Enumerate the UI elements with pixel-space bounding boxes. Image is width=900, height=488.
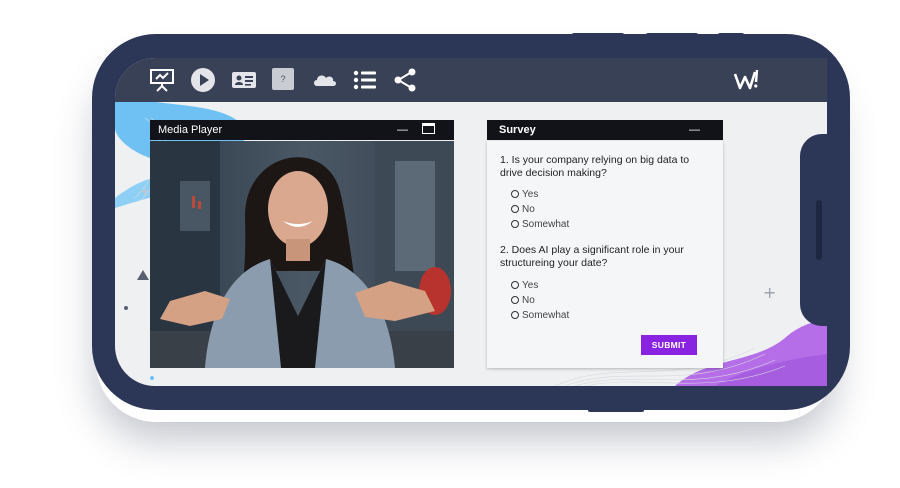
radio-button[interactable] [511,296,519,304]
option-somewhat[interactable]: Somewhat [511,309,569,322]
contact-card-icon[interactable] [230,66,258,94]
radio-button[interactable] [511,220,519,228]
share-icon[interactable] [391,66,419,94]
phone-notch [800,134,850,326]
presentation-icon[interactable] [148,66,176,94]
question-2: 2. Does AI play a significant role in yo… [500,244,684,269]
option-label: No [522,295,535,306]
list-icon[interactable] [351,66,379,94]
phone-screen: + + ? Media Player — Survey — 1. Is your… [115,58,827,386]
speaker-grille [816,200,822,260]
video-still-image [150,141,454,368]
option-label: No [522,204,535,215]
option-label: Yes [522,189,539,200]
option-no[interactable]: No [511,203,535,216]
survey-panel: 1. Is your company relying on big data t… [487,141,723,368]
radio-button[interactable] [511,190,519,198]
dot-decoration [124,306,128,310]
media-player-title: Media Player [158,124,223,136]
submit-button[interactable]: SUBMIT [641,335,697,355]
option-somewhat[interactable]: Somewhat [511,218,569,231]
option-label: Somewhat [522,310,570,321]
option-yes[interactable]: Yes [511,188,538,201]
plus-decoration: + [763,283,776,302]
brand-logo-icon [731,66,761,94]
phone-side-button [588,408,644,412]
media-player-header: Media Player — [150,120,454,140]
plus-decoration: + [139,184,151,200]
dot-decoration [150,376,154,380]
help-icon[interactable]: ? [272,68,294,90]
option-yes[interactable]: Yes [511,279,538,292]
play-icon[interactable] [189,66,217,94]
option-label: Somewhat [522,219,570,230]
phone-side-button [646,33,698,37]
question-1: 1. Is your company relying on big data t… [500,154,690,179]
phone-side-button [572,33,624,37]
cloud-icon[interactable] [311,66,339,94]
minimize-button[interactable]: — [689,120,700,140]
radio-button[interactable] [511,205,519,213]
survey-header: Survey — [487,120,723,140]
option-no[interactable]: No [511,294,535,307]
triangle-decoration [137,270,149,280]
radio-button[interactable] [511,281,519,289]
maximize-icon[interactable] [422,123,435,134]
phone-side-button [718,33,744,37]
survey-title: Survey [499,124,536,136]
radio-button[interactable] [511,311,519,319]
video-frame[interactable] [150,141,454,368]
minimize-button[interactable]: — [397,120,408,140]
option-label: Yes [522,280,539,291]
app-toolbar: ? [115,58,827,102]
